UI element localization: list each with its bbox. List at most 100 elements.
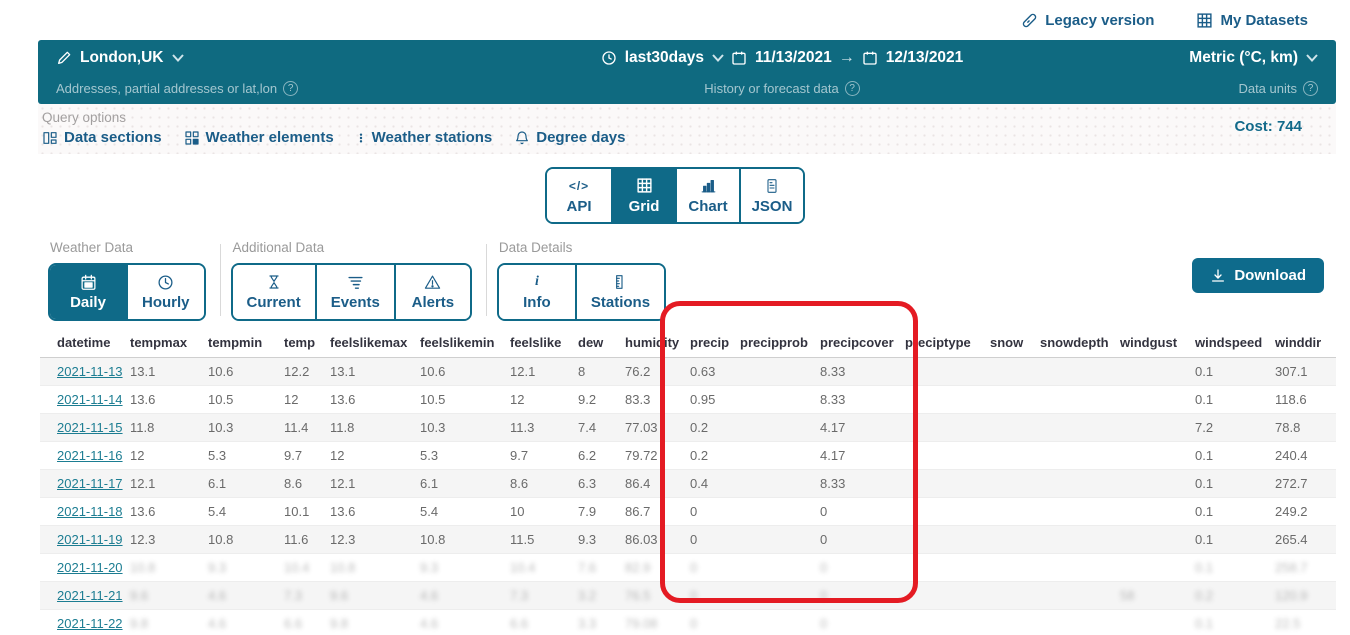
query-option-weather-elements[interactable]: Weather elements <box>184 129 334 146</box>
column-header-preciptype: preciptype <box>905 329 990 358</box>
datetime-cell: 2021-11-17 <box>40 470 130 498</box>
value-cell-snowdepth <box>1040 526 1120 554</box>
datetime-link[interactable]: 2021-11-17 <box>57 476 123 491</box>
datetime-link[interactable]: 2021-11-14 <box>57 392 123 407</box>
value-cell-dew: 7.9 <box>578 498 625 526</box>
weather-data-section: Weather Data DailyHourly <box>38 240 220 321</box>
value-cell-windspeed: 0.1 <box>1195 498 1275 526</box>
help-icon[interactable]: ? <box>1303 81 1318 96</box>
button-label: Hourly <box>142 294 190 311</box>
start-date-picker[interactable]: 11/13/2021 <box>731 49 832 67</box>
help-icon[interactable]: ? <box>845 81 860 96</box>
value-cell-windgust <box>1120 526 1195 554</box>
tab-json[interactable]: JSON <box>739 169 803 222</box>
value-cell-feelslikemin: 5.4 <box>420 498 510 526</box>
location-hint: Addresses, partial addresses or lat,lon … <box>56 81 298 96</box>
value-cell-windgust <box>1120 554 1195 582</box>
column-header-precipprob: precipprob <box>740 329 820 358</box>
legacy-version-label: Legacy version <box>1045 12 1154 29</box>
value-cell-tempmax: 10.8 <box>130 554 208 582</box>
daily-button[interactable]: Daily <box>50 265 126 319</box>
tab-chart[interactable]: Chart <box>675 169 739 222</box>
value-cell-tempmax: 9.8 <box>130 610 208 635</box>
value-cell-temp: 10.1 <box>284 498 330 526</box>
query-option-weather-stations[interactable]: Weather stations <box>356 129 493 146</box>
value-cell-precip: 0 <box>690 554 740 582</box>
datetime-cell: 2021-11-16 <box>40 442 130 470</box>
period-selector[interactable]: last30days <box>601 49 724 67</box>
tab-api[interactable]: </>API <box>547 169 611 222</box>
datetime-link[interactable]: 2021-11-15 <box>57 420 123 435</box>
value-cell-tempmin: 10.5 <box>208 386 284 414</box>
value-cell-feelslikemin: 9.3 <box>420 554 510 582</box>
arrow-right-icon: → <box>839 49 855 67</box>
alerts-button[interactable]: Alerts <box>394 265 470 319</box>
my-datasets-link[interactable]: My Datasets <box>1196 12 1308 29</box>
value-cell-precip: 0.95 <box>690 386 740 414</box>
value-cell-winddir: 249.2 <box>1275 498 1336 526</box>
value-cell-feelslike: 12.1 <box>510 358 578 386</box>
value-cell-winddir: 118.6 <box>1275 386 1336 414</box>
value-cell-temp: 11.4 <box>284 414 330 442</box>
legacy-version-link[interactable]: Legacy version <box>1021 12 1154 29</box>
table-row: 2021-11-16125.39.7125.39.76.279.720.24.1… <box>40 442 1336 470</box>
units-selector[interactable]: Metric (°C, km) <box>1189 49 1318 67</box>
current-button[interactable]: Current <box>233 265 315 319</box>
value-cell-snowdepth <box>1040 498 1120 526</box>
units-value: Metric (°C, km) <box>1189 49 1298 67</box>
tab-grid[interactable]: Grid <box>611 169 675 222</box>
datetime-link[interactable]: 2021-11-21 <box>57 588 123 603</box>
datetime-link[interactable]: 2021-11-20 <box>57 560 123 575</box>
value-cell-preciptype <box>905 610 990 635</box>
download-button[interactable]: Download <box>1192 258 1324 293</box>
hourly-button[interactable]: Hourly <box>126 265 204 319</box>
value-cell-snow <box>990 498 1040 526</box>
value-cell-humidity: 86.4 <box>625 470 690 498</box>
query-option-data-sections[interactable]: Data sections <box>42 129 162 146</box>
value-cell-feelslikemin: 6.1 <box>420 470 510 498</box>
value-cell-winddir: 265.4 <box>1275 526 1336 554</box>
column-header-windspeed: windspeed <box>1195 329 1275 358</box>
value-cell-temp: 8.6 <box>284 470 330 498</box>
clock-icon <box>601 50 617 66</box>
datetime-link[interactable]: 2021-11-19 <box>57 532 123 547</box>
value-cell-precipcover: 8.33 <box>820 358 905 386</box>
stations-button[interactable]: Stations <box>575 265 664 319</box>
value-cell-windspeed: 0.1 <box>1195 386 1275 414</box>
warning-icon <box>424 273 441 291</box>
value-cell-windspeed: 0.1 <box>1195 610 1275 635</box>
info-button[interactable]: iInfo <box>499 265 575 319</box>
value-cell-feelslikemax: 10.8 <box>330 554 420 582</box>
column-header-feelslike: feelslike <box>510 329 578 358</box>
help-icon[interactable]: ? <box>283 81 298 96</box>
value-cell-feelslikemax: 9.8 <box>330 610 420 635</box>
column-header-temp: temp <box>284 329 330 358</box>
query-option-label: Weather elements <box>206 129 334 146</box>
datetime-link[interactable]: 2021-11-16 <box>57 448 123 463</box>
top-bar: Legacy version My Datasets <box>0 0 1350 40</box>
value-cell-winddir: 120.9 <box>1275 582 1336 610</box>
datetime-link[interactable]: 2021-11-18 <box>57 504 123 519</box>
column-header-feelslikemax: feelslikemax <box>330 329 420 358</box>
value-cell-windspeed: 0.1 <box>1195 526 1275 554</box>
value-cell-tempmax: 12.3 <box>130 526 208 554</box>
bell-icon <box>514 130 530 146</box>
download-label: Download <box>1234 267 1306 284</box>
end-date-picker[interactable]: 12/13/2021 <box>862 49 964 67</box>
value-cell-preciptype <box>905 554 990 582</box>
datetime-link[interactable]: 2021-11-13 <box>57 364 123 379</box>
weather-data-buttons: Daily Hourly <box>48 263 206 321</box>
weather-query-page: Legacy version My Datasets Lond <box>0 0 1350 635</box>
value-cell-humidity: 86.7 <box>625 498 690 526</box>
value-cell-windgust <box>1120 386 1195 414</box>
location-selector[interactable]: London,UK <box>56 49 184 67</box>
value-cell-precipcover: 0 <box>820 582 905 610</box>
value-cell-precipprob <box>740 386 820 414</box>
datetime-link[interactable]: 2021-11-22 <box>57 616 123 631</box>
cost-badge: Cost: 744 <box>1234 110 1330 146</box>
datetime-cell: 2021-11-13 <box>40 358 130 386</box>
query-option-degree-days[interactable]: Degree days <box>514 129 625 146</box>
value-cell-feelslikemin: 10.6 <box>420 358 510 386</box>
events-button[interactable]: Events <box>315 265 394 319</box>
value-cell-preciptype <box>905 386 990 414</box>
